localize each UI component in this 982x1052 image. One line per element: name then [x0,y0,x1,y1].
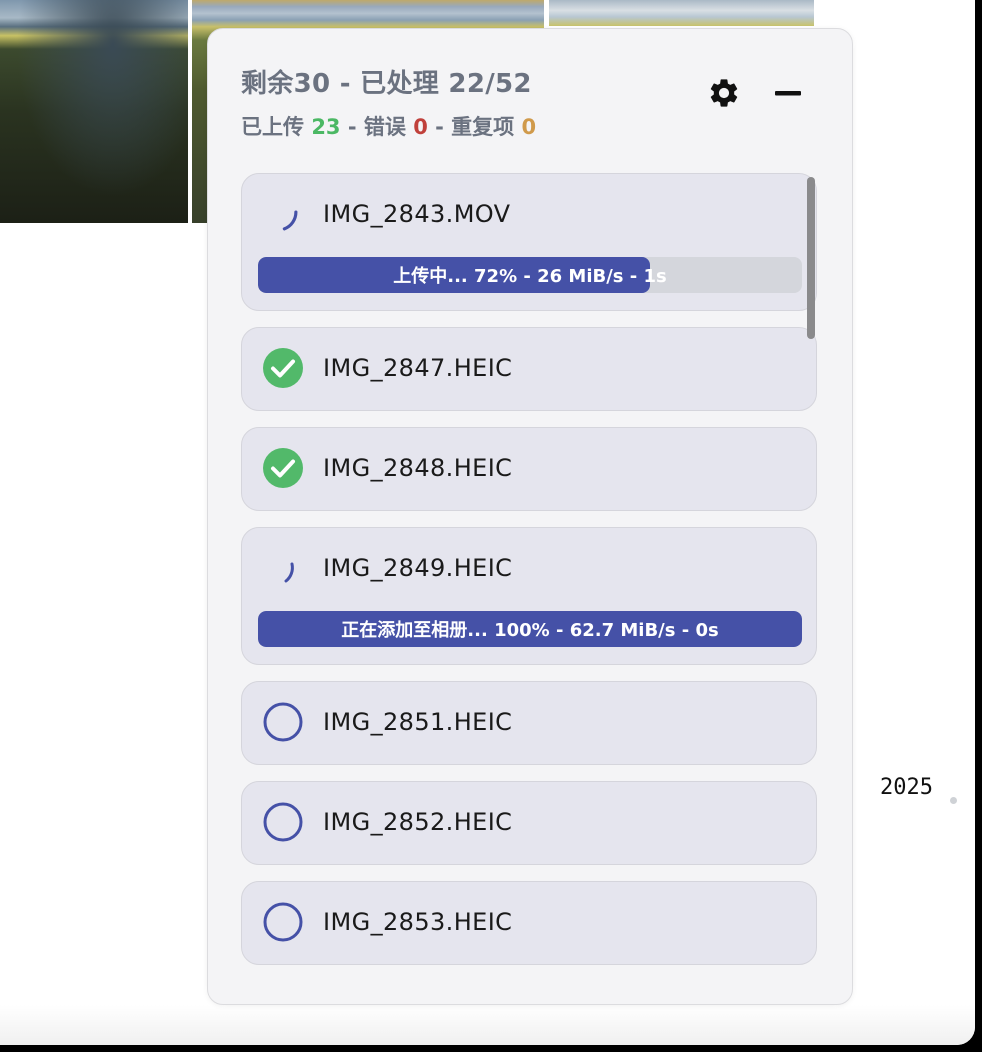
upload-progress-text: 正在添加至相册... 100% - 62.7 MiB/s - 0s [341,620,719,641]
upload-item: IMG_2852.HEIC [241,781,817,865]
upload-item: IMG_2853.HEIC [241,881,817,965]
upload-stats: 已上传 23 - 错误 0 - 重复项 0 [241,111,536,141]
photo-thumbnail[interactable] [549,0,814,26]
error-label: 错误 [363,115,406,139]
photo-thumbnail[interactable] [0,0,188,223]
upload-item: IMG_2848.HEIC [241,427,817,511]
timeline-year-marker[interactable] [950,797,957,804]
check-circle-icon [263,448,303,488]
settings-button[interactable] [704,73,744,113]
upload-filename: IMG_2848.HEIC [323,454,513,482]
upload-list[interactable]: IMG_2843.MOV 上传中... 72% - 26 MiB/s - 1s … [241,173,821,973]
upload-filename: IMG_2853.HEIC [323,908,513,936]
stats-separator: - [347,115,357,139]
minimize-button[interactable] [768,73,808,113]
pending-circle-icon [263,702,303,742]
loading-spinner-icon [282,210,298,231]
duplicate-label: 重复项 [451,115,515,139]
check-circle-icon [263,348,303,388]
pending-circle-icon [263,902,303,942]
upload-progress-bar: 正在添加至相册... 100% - 62.7 MiB/s - 0s [258,611,802,647]
uploaded-label: 已上传 [241,115,304,139]
upload-item: IMG_2849.HEIC 正在添加至相册... 100% - 62.7 MiB… [241,527,817,665]
duplicate-count: 0 [521,115,537,139]
gear-icon [710,79,738,107]
loading-spinner-icon [284,562,294,583]
error-count: 0 [413,115,428,139]
upload-filename: IMG_2852.HEIC [323,808,513,836]
upload-filename: IMG_2843.MOV [323,200,511,228]
upload-list-scrollbar[interactable] [807,177,815,339]
upload-filename: IMG_2851.HEIC [323,708,513,736]
uploaded-count: 23 [311,115,341,139]
upload-filename: IMG_2849.HEIC [323,554,513,582]
upload-summary-title: 剩余30 - 已处理 22/52 [241,69,532,99]
stats-separator: - [435,115,444,139]
upload-item: IMG_2851.HEIC [241,681,817,765]
minus-icon [775,91,801,96]
upload-item: IMG_2847.HEIC [241,327,817,411]
timeline-year-label[interactable]: 2025 [880,775,933,800]
upload-filename: IMG_2847.HEIC [323,354,513,382]
upload-progress-bar: 上传中... 72% - 26 MiB/s - 1s [258,257,802,293]
pending-circle-icon [263,802,303,842]
upload-item: IMG_2843.MOV 上传中... 72% - 26 MiB/s - 1s [241,173,817,311]
upload-panel: 剩余30 - 已处理 22/52 已上传 23 - 错误 0 - 重复项 0 I… [207,28,853,1005]
upload-progress-text: 上传中... 72% - 26 MiB/s - 1s [393,266,667,287]
